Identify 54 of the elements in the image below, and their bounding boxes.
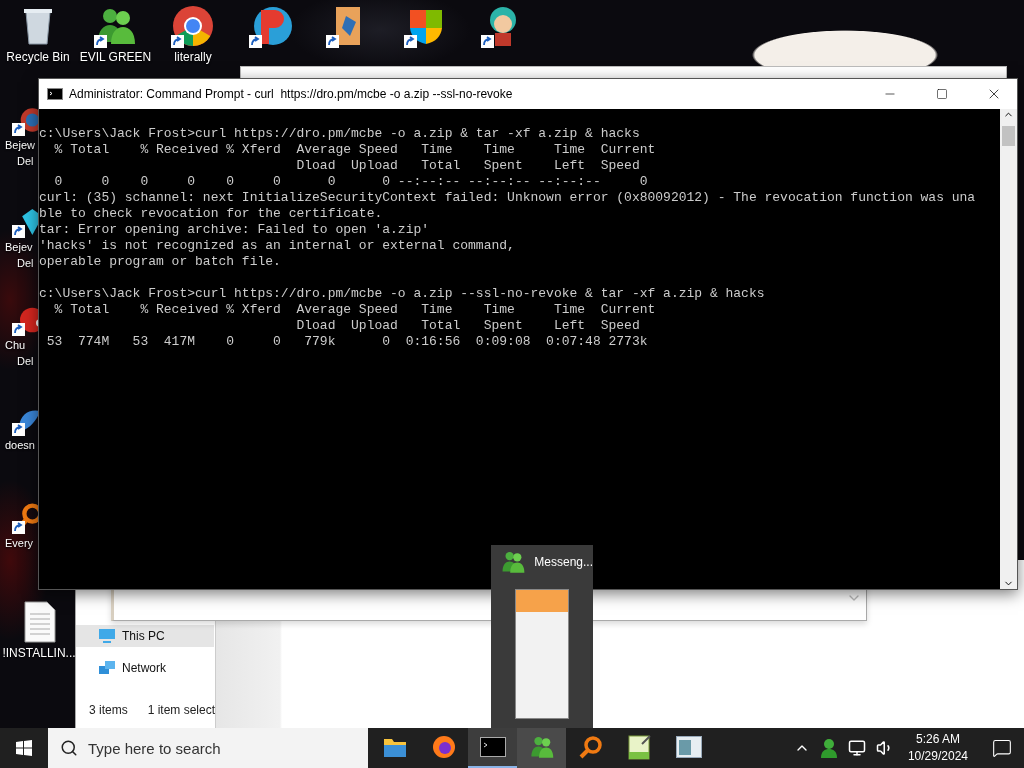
console-line: tar: Error opening archive: Failed to open 'a.zip': [39, 222, 431, 238]
icon-label[interactable]: literally: [174, 50, 212, 64]
console-line: 0 0 0 0 0 0 0 0 --:--:-- --:--:-- --:--:-- 0: [53, 174, 649, 190]
preview-title: Messeng...: [534, 555, 593, 569]
icon-label[interactable]: Chu: [0, 338, 26, 352]
window-title: Administrator: Command Prompt - curl https://dro.pm/mcbe -o a.zip --ssl-no-revoke: [69, 87, 514, 101]
status-text: 3 items: [89, 703, 128, 717]
console-line: c:\Users\Jack Frost>curl https://dro.pm/mcbe -o a.zip & tar -xf a.zip & hacks: [39, 126, 641, 142]
icon-label[interactable]: Recycle Bin: [6, 50, 70, 64]
icon-label[interactable]: Del: [0, 154, 34, 168]
magnifier-icon: [578, 735, 603, 759]
nav-item[interactable]: This PC: [76, 625, 214, 647]
speech-bubble-icon: [992, 738, 1012, 758]
windows-logo-icon: [16, 740, 32, 756]
console-line: c:\Users\Jack Frost>curl https://dro.pm/mcbe -o a.zip --ssl-no-revoke & tar -xf a.zip & hacks: [39, 286, 766, 302]
network-icon: [98, 660, 116, 676]
scrollbar[interactable]: [1000, 109, 1017, 589]
folder-icon: [382, 736, 407, 758]
terminal-icon: [479, 737, 506, 757]
taskbar-app[interactable]: [468, 728, 517, 768]
taskbar-preview[interactable]: Messeng...: [491, 545, 593, 728]
fox-logo-icon: [431, 735, 456, 759]
person-icon: [819, 738, 838, 758]
icon-label[interactable]: Bejev: [0, 240, 33, 254]
search-icon: [60, 739, 78, 757]
icon-label[interactable]: Bejew: [0, 138, 35, 152]
maximize-icon: [936, 88, 948, 100]
console-line: 53 774M 53 417M 0 0 779k 0 0:16:56 0:09:08 0:07:48 2773k: [45, 334, 649, 350]
monitor-icon: [847, 739, 866, 757]
icon-label[interactable]: Del: [0, 354, 34, 368]
circle-logo-icon: [171, 4, 215, 48]
app-window-icon: [675, 736, 702, 758]
console-line: % Total % Received % Xferd Average Speed Time Time Time Current: [53, 302, 657, 318]
notepad-icon: [627, 734, 652, 760]
console-line: Dload Upload Total Spent Left Speed: [295, 158, 641, 174]
icon-label[interactable]: doesn: [0, 438, 35, 452]
people-icon: [500, 549, 527, 575]
console-line: curl: (35) schannel: next InitializeSecurityContext failed: Unknown error (0x80092012) - The revocation function was una: [39, 190, 977, 206]
monitor-icon: [98, 628, 116, 644]
clock[interactable]: 5:26 AM 10/29/2024: [901, 731, 974, 765]
console-line: 'hacks' is not recognized as an internal or external command,: [39, 238, 516, 254]
icon-label[interactable]: Every: [0, 536, 34, 550]
search-field[interactable]: Type here to search: [48, 728, 368, 768]
scroll-thumb[interactable]: [1002, 126, 1015, 146]
status-text: 1 item select: [147, 703, 216, 717]
icon-label[interactable]: EVIL GREEN: [79, 50, 152, 64]
icon-label[interactable]: Del: [0, 256, 34, 270]
terminal-icon: [47, 88, 63, 100]
console-line: operable program or batch file.: [39, 254, 282, 270]
console-line: % Total % Received % Xferd Average Speed Time Time Time Current: [53, 142, 657, 158]
nav-item[interactable]: Network: [76, 657, 214, 679]
icon-label[interactable]: !INSTALLIN...: [2, 646, 76, 660]
console-line: Dload Upload Total Spent Left Speed: [295, 318, 641, 334]
console-line: ble to check revocation for the certificate.: [39, 206, 384, 222]
